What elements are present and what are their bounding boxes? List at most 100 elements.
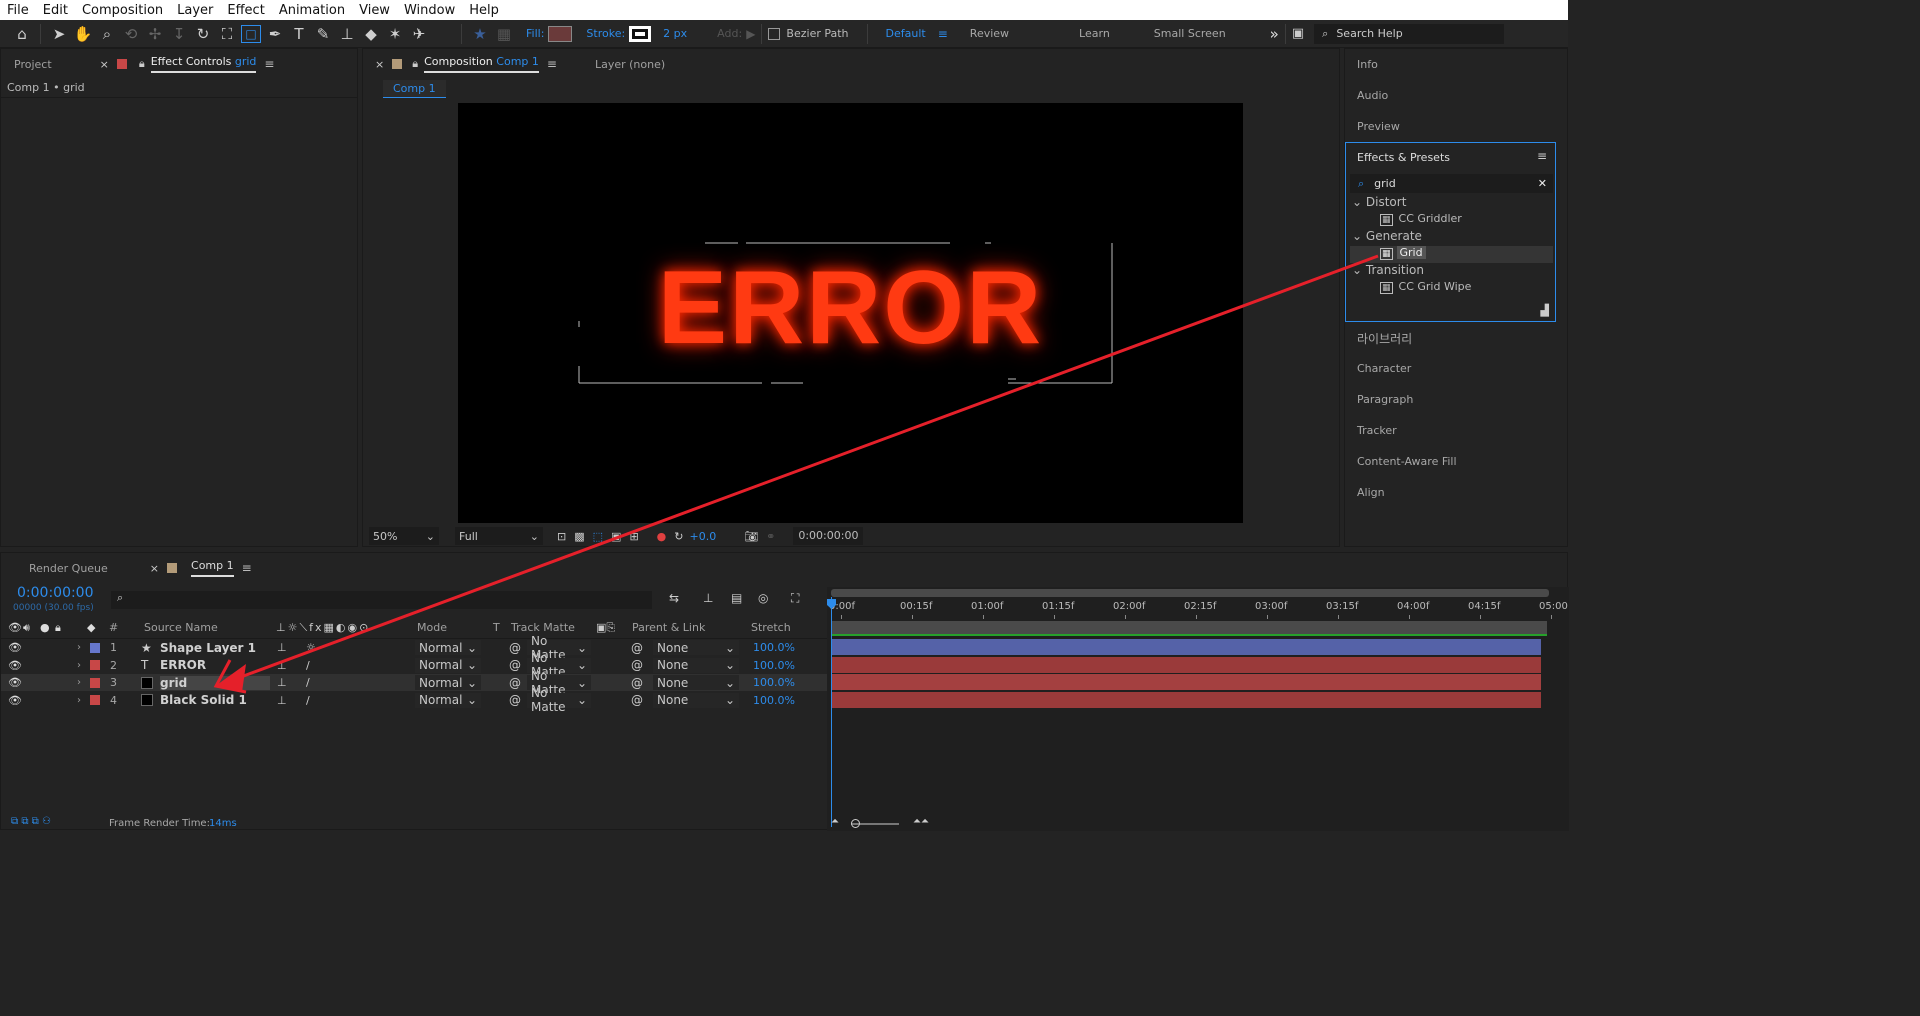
- lock-icon[interactable]: 🔒︎: [55, 621, 61, 635]
- close-icon[interactable]: ×: [150, 562, 159, 575]
- layer-name[interactable]: Black Solid 1: [160, 693, 247, 707]
- lock-icon[interactable]: 🔒︎: [139, 57, 145, 71]
- mask-visibility-icon[interactable]: ⬚: [593, 530, 603, 543]
- search-help[interactable]: ⌕ Search Help: [1314, 23, 1505, 44]
- hand-tool-icon[interactable]: ✋: [71, 22, 95, 46]
- layer-name[interactable]: ERROR: [160, 658, 206, 672]
- panel-audio[interactable]: Audio: [1357, 89, 1388, 102]
- current-timecode[interactable]: 0:00:00:00: [793, 527, 864, 545]
- shy-switch-icon[interactable]: ⊥: [277, 641, 287, 654]
- roto-brush-icon[interactable]: ✶: [383, 22, 407, 46]
- layer-bar[interactable]: [831, 656, 1541, 673]
- shy-switch-icon[interactable]: ⊥: [277, 659, 287, 672]
- parent-dropdown[interactable]: None ⌄: [653, 657, 739, 673]
- expand-chevron-icon[interactable]: ›: [77, 695, 81, 706]
- panel-menu-icon[interactable]: ≡: [264, 57, 274, 71]
- bezier-checkbox[interactable]: [768, 27, 781, 40]
- panel-menu-icon[interactable]: ≡: [242, 561, 252, 575]
- effect-item-grid[interactable]: ▦ Grid: [1350, 246, 1553, 263]
- tab-effect-controls[interactable]: Effect Controls grid: [150, 55, 257, 73]
- menu-item-file[interactable]: File: [0, 3, 36, 18]
- layer-name[interactable]: grid: [160, 675, 270, 690]
- mode-dropdown[interactable]: Normal ⌄: [415, 657, 481, 673]
- exposure-value[interactable]: +0.0: [689, 530, 716, 543]
- header-source-name[interactable]: Source Name: [144, 621, 218, 634]
- fill-swatch[interactable]: [548, 25, 573, 42]
- matte-link-icon[interactable]: @: [509, 693, 521, 707]
- mode-dropdown[interactable]: Normal ⌄: [415, 675, 481, 690]
- stroke-swatch[interactable]: [629, 25, 652, 42]
- label-icon[interactable]: ◆: [87, 621, 95, 634]
- lock-icon[interactable]: 🔒︎: [412, 57, 418, 71]
- timeline-current-time[interactable]: 0:00:00:00: [17, 585, 94, 601]
- zoom-in-icon[interactable]: ⏶⏶: [913, 816, 929, 827]
- tab-project[interactable]: Project: [14, 58, 52, 71]
- star-icon[interactable]: ★: [468, 22, 492, 46]
- clone-stamp-icon[interactable]: ⊥: [335, 22, 359, 46]
- anchor-point-tool-icon[interactable]: ⛶: [215, 22, 239, 46]
- category-generate[interactable]: ⌄ Generate: [1350, 229, 1553, 246]
- parent-dropdown[interactable]: None ⌄: [653, 675, 739, 690]
- pen-tool-icon[interactable]: ✒: [263, 22, 287, 46]
- zoom-out-icon[interactable]: ⏶: [831, 816, 839, 827]
- color-channels-icon[interactable]: ●: [657, 530, 667, 543]
- parent-pickwhip-icon[interactable]: @: [631, 693, 643, 707]
- panel-preview[interactable]: Preview: [1357, 120, 1400, 133]
- workspace-menu-icon[interactable]: ≡: [938, 27, 948, 41]
- tab-comp1[interactable]: Comp 1: [191, 559, 234, 577]
- label-color-swatch[interactable]: [90, 642, 100, 653]
- fx-switch-icon[interactable]: ☼: [306, 641, 316, 654]
- eye-icon[interactable]: 👁︎: [8, 621, 22, 634]
- parent-dropdown[interactable]: None ⌄: [653, 692, 739, 708]
- mode-dropdown[interactable]: Normal ⌄: [415, 640, 481, 655]
- selection-tool-icon[interactable]: ➤: [47, 22, 71, 46]
- panel-character[interactable]: Character: [1357, 362, 1411, 375]
- category-transition[interactable]: ⌄ Transition: [1350, 263, 1553, 280]
- menu-item-edit[interactable]: Edit: [36, 3, 75, 18]
- stretch-value[interactable]: 100.0%: [753, 659, 795, 672]
- layer-row[interactable]: 👁︎ › 4 Black Solid 1 ⊥ / Normal ⌄ @ No Ma…: [1, 686, 827, 714]
- duration-bar[interactable]: [831, 621, 1547, 635]
- layer-search[interactable]: ⌕: [111, 591, 652, 609]
- pan-camera-icon[interactable]: ✢: [143, 22, 167, 46]
- tab-render-queue[interactable]: Render Queue: [29, 562, 108, 575]
- label-color-swatch[interactable]: [90, 695, 100, 705]
- matte-link-icon[interactable]: @: [509, 676, 521, 690]
- zoom-slider-handle[interactable]: [851, 819, 860, 828]
- fx-switch-icon[interactable]: /: [306, 694, 310, 707]
- parent-pickwhip-icon[interactable]: @: [631, 641, 643, 655]
- mask-icon[interactable]: ▦: [492, 22, 516, 46]
- solo-icon[interactable]: ●: [40, 621, 50, 634]
- home-icon[interactable]: ⌂: [10, 22, 34, 46]
- fx-switch-icon[interactable]: /: [306, 659, 310, 672]
- comp-subtab[interactable]: Comp 1: [383, 80, 446, 98]
- dolly-camera-icon[interactable]: ↧: [167, 22, 191, 46]
- playhead[interactable]: [831, 597, 832, 827]
- panel-content-aware-fill[interactable]: Content-Aware Fill: [1357, 455, 1457, 468]
- status-icons[interactable]: ⧉ ⧉ ⧉ ⚇: [11, 816, 51, 827]
- parent-dropdown[interactable]: None ⌄: [653, 640, 739, 655]
- reset-exposure-icon[interactable]: ↻: [674, 530, 683, 543]
- zoom-dropdown[interactable]: 50% ⌄: [369, 527, 439, 545]
- layer-row[interactable]: 👁︎ › 2 T ERROR ⊥ / Normal ⌄ @ No Matte ⌄ @…: [1, 651, 827, 679]
- panel-menu-icon[interactable]: ≡: [547, 57, 557, 71]
- menu-item-composition[interactable]: Composition: [75, 3, 170, 18]
- layer-bar[interactable]: [831, 639, 1541, 655]
- rotate-tool-icon[interactable]: ↻: [191, 22, 215, 46]
- effects-search[interactable]: ⌕ grid ✕: [1350, 174, 1553, 193]
- stretch-value[interactable]: 100.0%: [753, 694, 795, 707]
- stretch-value[interactable]: 100.0%: [753, 641, 795, 654]
- fx-switch-icon[interactable]: /: [306, 676, 310, 689]
- eye-icon[interactable]: 👁︎: [8, 659, 22, 672]
- effect-item-cc-grid-wipe[interactable]: ▦ CC Grid Wipe: [1350, 280, 1553, 297]
- tab-composition[interactable]: Composition Comp 1: [424, 55, 539, 73]
- composition-flowchart-icon[interactable]: ⇆: [669, 591, 679, 605]
- label-color-swatch[interactable]: [90, 660, 100, 670]
- tab-layer[interactable]: Layer (none): [595, 58, 665, 71]
- brush-tool-icon[interactable]: ✎: [311, 22, 335, 46]
- layer-name[interactable]: Shape Layer 1: [160, 641, 256, 655]
- parent-pickwhip-icon[interactable]: @: [631, 658, 643, 672]
- eye-icon[interactable]: 👁︎: [8, 676, 22, 689]
- graph-editor-icon[interactable]: ⛶: [791, 591, 799, 606]
- motion-blur-icon[interactable]: ◎: [758, 591, 768, 605]
